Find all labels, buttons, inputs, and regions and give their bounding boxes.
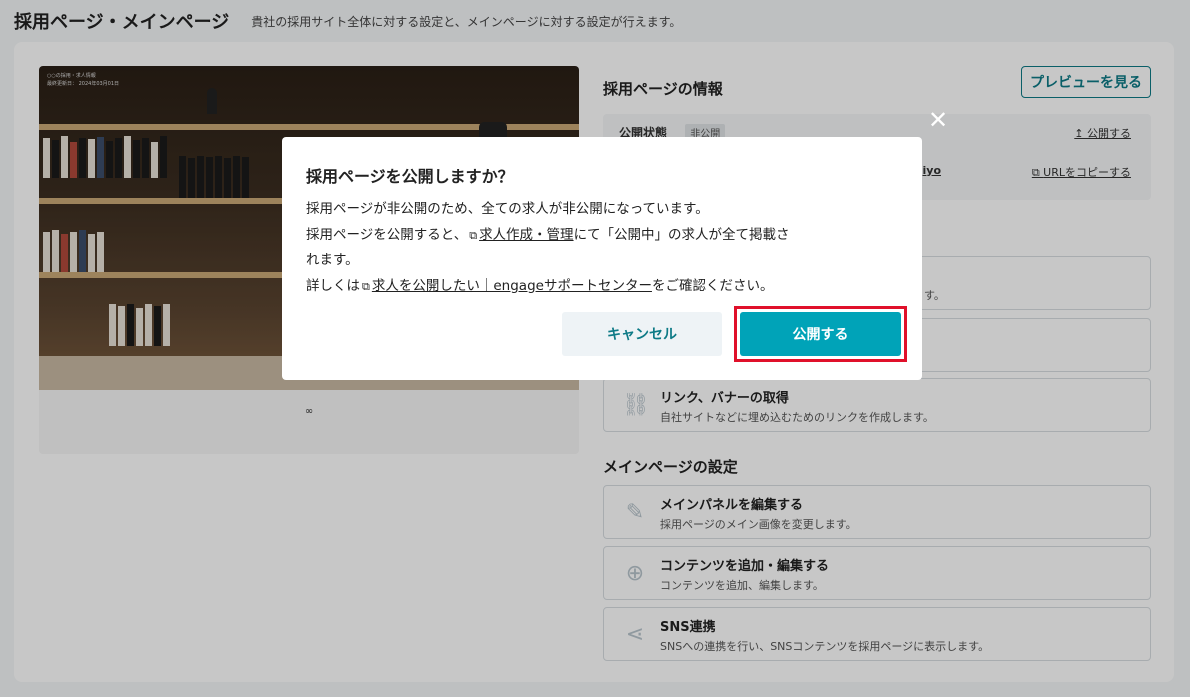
external-link-icon: ⧉ [362,279,370,293]
close-icon[interactable]: ✕ [926,108,950,132]
cancel-button[interactable]: キャンセル [562,312,722,356]
external-link-icon: ⧉ [469,228,478,242]
dialog-title: 採用ページを公開しますか？ [306,167,514,186]
publish-button[interactable]: 公開する [740,312,901,356]
job-management-link[interactable]: 求人作成・管理 [479,227,574,243]
publish-confirm-dialog: 採用ページを公開しますか？ 採用ページが非公開のため、全ての求人が非公開になって… [282,137,922,380]
support-center-link[interactable]: 求人を公開したい｜engageサポートセンター [372,278,652,294]
dialog-body: 採用ページが非公開のため、全ての求人が非公開になっています。 採用ページを公開す… [306,197,902,299]
